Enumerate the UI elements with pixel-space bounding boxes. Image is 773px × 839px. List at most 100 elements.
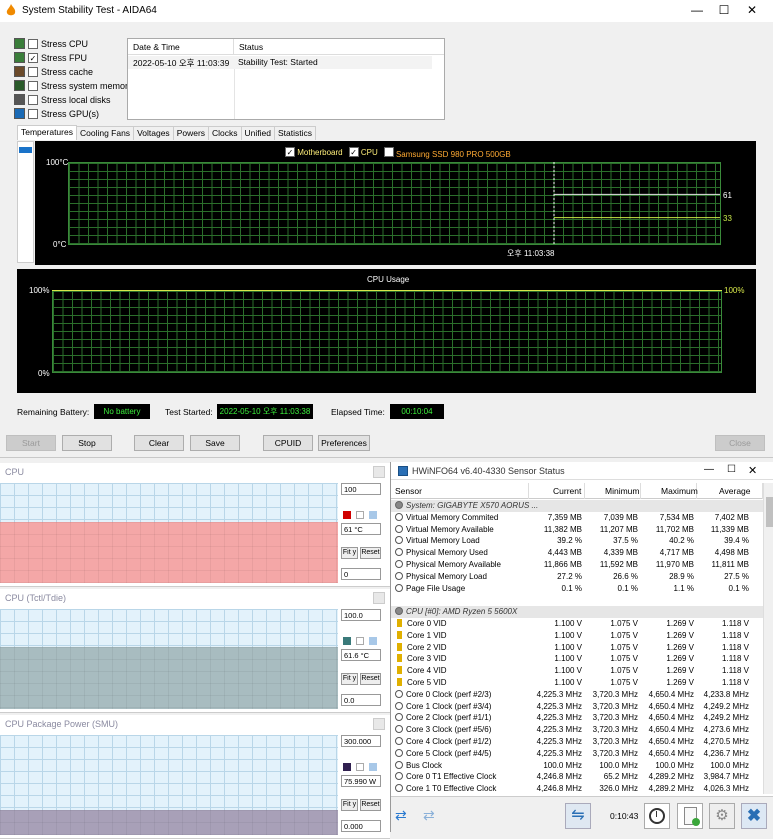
start-button[interactable]: Start [6, 435, 56, 451]
stress-checkbox[interactable]: ✓ [28, 52, 38, 63]
stop-button[interactable]: Stop [62, 435, 112, 451]
sensor-scroll-thumb[interactable] [766, 497, 773, 527]
header-minimum[interactable]: Minimum [585, 483, 641, 499]
color-swatch[interactable] [343, 637, 351, 645]
sensor-row[interactable]: Core 0 T1 Effective Clock 4,246.8 MHz 65.2… [391, 771, 763, 783]
sensor-group-row[interactable]: CPU [#0]: AMD Ryzen 5 5600X [391, 606, 763, 618]
color-swatch[interactable] [343, 763, 351, 771]
swatch-blue[interactable] [369, 511, 377, 519]
sensor-row[interactable]: Virtual Memory Commited 7,359 MB 7,039 MB 7… [391, 512, 763, 524]
sensor-group-row[interactable]: System: GIGABYTE X570 AORUS ... [391, 500, 763, 512]
sensor-row[interactable]: Physical Memory Used 4,443 MB 4,339 MB 4,71… [391, 547, 763, 559]
reset-button[interactable]: Reset [360, 799, 381, 811]
sensor-name: Core 0 Clock (perf #2/3) [406, 689, 492, 699]
stress-option-1[interactable]: ✓ Stress FPU [14, 51, 87, 64]
graph-close-button[interactable] [373, 718, 385, 730]
graph-close-button[interactable] [373, 592, 385, 604]
legend-cpu[interactable]: ✓ CPU [348, 147, 378, 159]
col-header-status[interactable]: Status [234, 39, 444, 55]
legend-ssd[interactable]: Samsung SSD 980 PRO 500GB [383, 147, 511, 159]
fit-y-button[interactable]: Fit y [341, 799, 358, 811]
sensor-row[interactable]: Core 1 VID 1.100 V 1.075 V 1.269 V 1.118 V [391, 630, 763, 642]
hw-minimize-button[interactable]: — [704, 464, 714, 475]
sensor-row[interactable]: Core 0 Clock (perf #2/3) 4,225.3 MHz 3,720… [391, 689, 763, 701]
report-icon[interactable] [677, 803, 703, 829]
hw-maximize-button[interactable]: ☐ [727, 464, 736, 475]
sensor-row[interactable]: Bus Clock 100.0 MHz 100.0 MHz 100.0 MHz 100.… [391, 760, 763, 772]
header-average[interactable]: Average [697, 483, 763, 499]
tab-temperatures[interactable]: Temperatures [17, 125, 77, 140]
sensor-average: 4,249.2 MHz [703, 713, 749, 723]
sensor-row[interactable]: Core 4 Clock (perf #1/2) 4,225.3 MHz 3,720… [391, 736, 763, 748]
stress-checkbox[interactable] [28, 80, 38, 91]
stress-option-2[interactable]: Stress cache [14, 65, 93, 78]
sensor-row[interactable]: Core 3 Clock (perf #5/6) 4,225.3 MHz 3,720… [391, 724, 763, 736]
temp-scroll-track[interactable] [17, 141, 34, 263]
stress-option-5[interactable]: Stress GPU(s) [14, 107, 99, 120]
clock-icon[interactable] [644, 803, 670, 829]
stress-checkbox[interactable] [28, 94, 38, 105]
tab-voltages[interactable]: Voltages [133, 126, 174, 140]
stress-checkbox[interactable] [28, 38, 38, 49]
sensor-row[interactable]: Page File Usage 0.1 % 0.1 % 1.1 % 0.1 % [391, 583, 763, 595]
legend-motherboard[interactable]: ✓ Motherboard [285, 147, 343, 159]
sensor-average: 11,339 MB [710, 524, 749, 534]
reset-button[interactable]: Reset [360, 673, 381, 685]
save-button[interactable]: Save [190, 435, 240, 451]
sensor-row[interactable]: Core 1 Clock (perf #3/4) 4,225.3 MHz 3,720… [391, 701, 763, 713]
temp-scroll-thumb[interactable] [19, 147, 32, 153]
header-sensor[interactable]: Sensor [391, 483, 529, 499]
tab-unified[interactable]: Unified [240, 126, 276, 140]
sensor-row[interactable]: Physical Memory Load 27.2 % 26.6 % 28.9 % 27… [391, 571, 763, 583]
fit-y-button[interactable]: Fit y [341, 547, 358, 559]
color-swatch[interactable] [343, 511, 351, 519]
sensor-row[interactable]: Core 4 VID 1.100 V 1.075 V 1.269 V 1.118 V [391, 665, 763, 677]
close-window-button[interactable]: ✕ [733, 0, 771, 22]
stress-label: Stress system memory [41, 80, 133, 91]
hw-close-button[interactable]: ✕ [748, 464, 757, 477]
swatch-blue[interactable] [369, 637, 377, 645]
stress-option-0[interactable]: Stress CPU [14, 37, 88, 50]
nav-left-right-icon[interactable]: ⇄ [395, 807, 417, 823]
col-header-date[interactable]: Date & Time [128, 39, 234, 55]
graph-close-button[interactable] [373, 466, 385, 478]
sensor-average: 4,270.5 MHz [703, 737, 749, 746]
swatch-white[interactable] [356, 511, 364, 519]
sensor-row[interactable]: Virtual Memory Available 11,382 MB 11,207 … [391, 524, 763, 536]
stress-option-3[interactable]: Stress system memory [14, 79, 133, 92]
cpuid-button[interactable]: CPUID [263, 435, 313, 451]
sensor-row[interactable]: Core 0 VID 1.100 V 1.075 V 1.269 V 1.118 V [391, 618, 763, 630]
swatch-blue[interactable] [369, 763, 377, 771]
settings-icon[interactable]: ⚙ [709, 803, 735, 829]
network-icon[interactable]: ⇋ [565, 803, 591, 829]
sensor-row[interactable]: Virtual Memory Load 39.2 % 37.5 % 40.2 % 39.… [391, 535, 763, 547]
tab-powers[interactable]: Powers [172, 126, 210, 140]
sensor-row[interactable]: Core 5 VID 1.100 V 1.075 V 1.269 V 1.118 V [391, 677, 763, 689]
sensor-name: Physical Memory Load [406, 571, 487, 581]
exit-icon[interactable]: ✖ [741, 803, 767, 829]
tab-clocks[interactable]: Clocks [208, 126, 242, 140]
sensor-row[interactable]: Core 2 Clock (perf #1/1) 4,225.3 MHz 3,720… [391, 712, 763, 724]
stress-checkbox[interactable] [28, 108, 38, 119]
preferences-button[interactable]: Preferences [318, 435, 370, 451]
header-current[interactable]: Current [529, 483, 585, 499]
sensor-scrollbar[interactable] [763, 483, 773, 794]
clear-button[interactable]: Clear [134, 435, 184, 451]
sensor-row[interactable]: Core 3 VID 1.100 V 1.075 V 1.269 V 1.118 V [391, 653, 763, 665]
nav-collapse-icon[interactable]: ⇄ [423, 807, 445, 823]
table-row[interactable]: 2022-05-10 오후 11:03:39 Stability Test: S… [128, 56, 432, 69]
sensor-row[interactable]: Core 1 T0 Effective Clock 4,246.8 MHz 326.… [391, 783, 763, 794]
tab-cooling-fans[interactable]: Cooling Fans [75, 126, 135, 140]
sensor-row[interactable]: Core 5 Clock (perf #4/5) 4,225.3 MHz 3,720… [391, 748, 763, 760]
stress-checkbox[interactable] [28, 66, 38, 77]
reset-button[interactable]: Reset [360, 547, 381, 559]
close-button[interactable]: Close [715, 435, 765, 451]
swatch-white[interactable] [356, 763, 364, 771]
sensor-row[interactable]: Physical Memory Available 11,866 MB 11,592… [391, 559, 763, 571]
tab-statistics[interactable]: Statistics [274, 126, 317, 140]
fit-y-button[interactable]: Fit y [341, 673, 358, 685]
stress-option-4[interactable]: Stress local disks [14, 93, 111, 106]
header-maximum[interactable]: Maximum [641, 483, 698, 499]
swatch-white[interactable] [356, 637, 364, 645]
sensor-row[interactable]: Core 2 VID 1.100 V 1.075 V 1.269 V 1.118 V [391, 642, 763, 654]
